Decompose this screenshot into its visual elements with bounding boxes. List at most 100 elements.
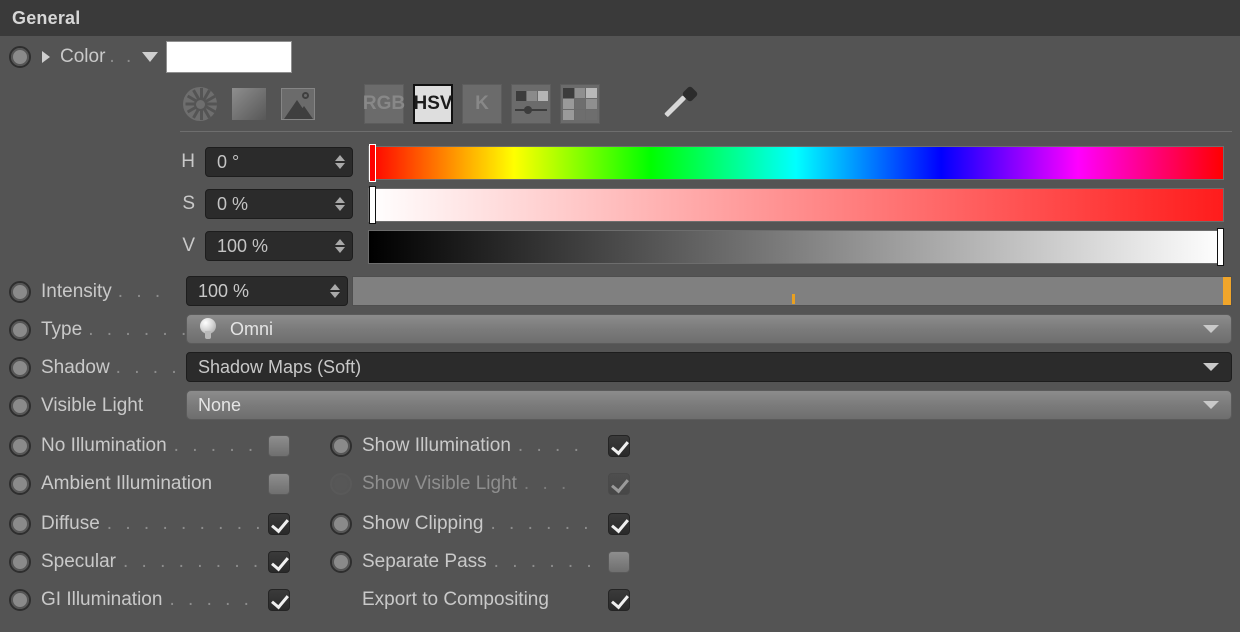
show-visible-light-label: Show Visible Light — [362, 472, 517, 494]
visible-light-animation-bullet[interactable] — [9, 395, 31, 417]
hue-input[interactable]: 0 ° — [205, 147, 353, 177]
hue-label: H — [181, 151, 195, 172]
checkbox-row-export-to-compositing: Export to Compositing — [330, 584, 640, 615]
saturation-gradient-slider[interactable] — [368, 186, 1224, 224]
color-label: Color — [60, 46, 106, 67]
export-to-compositing-spacer — [330, 589, 352, 611]
color-wheel-mode-button[interactable] — [180, 84, 220, 124]
shadow-animation-bullet[interactable] — [9, 357, 31, 379]
chevron-down-icon[interactable] — [1203, 401, 1219, 409]
intensity-value: 100 % — [198, 280, 250, 301]
ambient-illumination-checkbox[interactable] — [268, 472, 290, 495]
hue-row: H 0 ° — [0, 144, 1232, 182]
light-bulb-icon — [197, 317, 219, 341]
hue-gradient-slider[interactable] — [368, 144, 1224, 182]
value-slider-handle[interactable] — [1217, 228, 1224, 266]
checkbox-row-no-illumination: No Illumination . . . . . — [9, 430, 309, 461]
checkbox-row-specular: Specular . . . . . . . . . — [9, 546, 309, 577]
checkbox-row-diffuse: Diffuse . . . . . . . . . . — [9, 508, 309, 539]
checkbox-row-show-clipping: Show Clipping . . . . . . — [330, 508, 640, 539]
checkbox-row-ambient-illumination: Ambient Illumination — [9, 468, 309, 499]
value-row: V 100 % — [0, 228, 1232, 266]
specular-bullet[interactable] — [9, 550, 31, 573]
show-illumination-bullet[interactable] — [330, 434, 352, 457]
no-illumination-bullet[interactable] — [9, 434, 31, 457]
kelvin-mode-button[interactable]: K — [462, 84, 502, 124]
image-mode-button[interactable] — [278, 84, 318, 124]
saturation-stepper[interactable] — [335, 197, 345, 211]
value-input[interactable]: 100 % — [205, 231, 353, 261]
show-clipping-checkbox[interactable] — [608, 512, 630, 535]
intensity-input[interactable]: 100 % — [186, 276, 348, 306]
intensity-dots: . . . — [117, 281, 165, 302]
gi-illumination-checkbox[interactable] — [268, 588, 290, 611]
show-visible-light-checkbox[interactable] — [608, 472, 630, 495]
value-value: 100 % — [217, 235, 269, 256]
saturation-slider-handle[interactable] — [369, 186, 376, 224]
no-illumination-checkbox[interactable] — [268, 434, 290, 457]
diffuse-bullet[interactable] — [9, 512, 31, 535]
checkbox-row-show-visible-light: Show Visible Light . . . — [330, 468, 640, 499]
swatches-mode-button[interactable] — [560, 84, 600, 124]
eyedropper-icon — [662, 85, 699, 122]
mixer-mode-button[interactable] — [511, 84, 551, 124]
export-to-compositing-checkbox[interactable] — [608, 588, 630, 611]
separate-pass-bullet[interactable] — [330, 550, 352, 573]
specular-checkbox[interactable] — [268, 550, 290, 573]
show-illumination-checkbox[interactable] — [608, 434, 630, 457]
visible-light-value: None — [198, 394, 242, 415]
show-visible-light-bullet[interactable] — [330, 472, 352, 495]
color-wheel-icon — [183, 87, 217, 121]
no-illumination-dots: . . . . . — [173, 434, 258, 456]
value-label: V — [182, 235, 195, 256]
separate-pass-checkbox[interactable] — [608, 550, 630, 573]
picture-icon — [281, 88, 315, 120]
show-clipping-label: Show Clipping — [362, 512, 484, 534]
saturation-row: S 0 % — [0, 186, 1232, 224]
shadow-dropdown[interactable]: Shadow Maps (Soft) — [186, 352, 1232, 382]
show-clipping-bullet[interactable] — [330, 512, 352, 535]
specular-dots: . . . . . . . . . — [123, 550, 281, 572]
intensity-stepper[interactable] — [330, 284, 340, 298]
shadow-dots: . . . . — [115, 357, 181, 378]
color-animation-bullet[interactable] — [9, 46, 31, 68]
rgb-mode-button[interactable]: RGB — [363, 84, 405, 124]
show-visible-light-dots: . . . — [523, 472, 571, 494]
eyedropper-button[interactable] — [660, 84, 700, 124]
panel-header: General — [0, 0, 1240, 36]
show-illumination-label: Show Illumination — [362, 434, 511, 456]
type-dropdown[interactable]: Omni — [186, 314, 1232, 344]
export-to-compositing-label: Export to Compositing — [362, 588, 549, 610]
intensity-animation-bullet[interactable] — [9, 281, 31, 303]
ambient-illumination-bullet[interactable] — [9, 472, 31, 495]
visible-light-dropdown[interactable]: None — [186, 390, 1232, 420]
triangle-down-icon[interactable] — [142, 52, 159, 62]
type-animation-bullet[interactable] — [9, 319, 31, 341]
hsv-mode-button[interactable]: HSV — [413, 84, 453, 124]
intensity-slider[interactable] — [352, 276, 1232, 306]
intensity-slider-handle[interactable] — [1223, 277, 1231, 305]
saturation-label: S — [182, 193, 195, 214]
intensity-slider-tick — [792, 294, 795, 304]
separate-pass-dots: . . . . . . — [493, 550, 596, 572]
color-picker-toolbar: RGB HSV K — [180, 84, 700, 124]
gradient-mode-button[interactable] — [229, 84, 269, 124]
chevron-down-icon[interactable] — [1203, 325, 1219, 333]
diffuse-checkbox[interactable] — [268, 512, 290, 535]
intensity-label: Intensity — [41, 281, 112, 302]
color-dots: . . — [109, 46, 135, 67]
separate-pass-label: Separate Pass — [362, 550, 487, 572]
hue-slider-handle[interactable] — [369, 144, 376, 182]
show-clipping-dots: . . . . . . — [490, 512, 593, 534]
gi-illumination-bullet[interactable] — [9, 588, 31, 611]
chevron-down-icon[interactable] — [1203, 363, 1219, 371]
value-gradient-slider[interactable] — [368, 228, 1224, 266]
color-swatch[interactable] — [166, 41, 293, 73]
checkbox-row-show-illumination: Show Illumination . . . . — [330, 430, 640, 461]
type-label: Type — [41, 319, 83, 340]
saturation-input[interactable]: 0 % — [205, 189, 353, 219]
type-value: Omni — [230, 318, 274, 339]
hue-stepper[interactable] — [335, 155, 345, 169]
triangle-right-icon[interactable] — [42, 51, 50, 63]
value-stepper[interactable] — [335, 239, 345, 253]
